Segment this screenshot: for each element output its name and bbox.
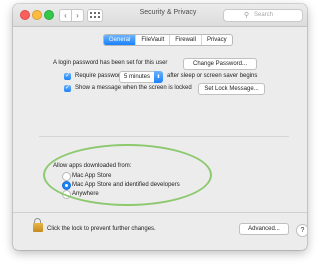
section-divider bbox=[39, 136, 289, 137]
select-arrows-icon: ⬍ bbox=[154, 71, 163, 83]
show-message-checkbox[interactable]: ✓ bbox=[64, 85, 71, 92]
tab-firewall[interactable]: Firewall bbox=[169, 35, 201, 45]
forward-button[interactable]: › bbox=[71, 9, 84, 22]
advanced-button[interactable]: Advanced... bbox=[239, 223, 289, 235]
show-message-label: Show a message when the screen is locked bbox=[75, 85, 192, 91]
require-password-interval-select[interactable]: 5 minutes ⬍ bbox=[119, 71, 163, 83]
set-lock-message-button[interactable]: Set Lock Message... bbox=[198, 83, 265, 95]
highlight-annotation-ellipse bbox=[43, 144, 212, 206]
help-button[interactable]: ? bbox=[296, 224, 307, 237]
require-password-suffix: after sleep or screen saver begins bbox=[167, 73, 258, 79]
tab-filevault[interactable]: FileVault bbox=[135, 35, 169, 45]
tab-general[interactable]: General bbox=[104, 35, 136, 45]
require-password-interval-value: 5 minutes bbox=[124, 74, 151, 80]
security-privacy-window: ‹ › Security & Privacy ⚲ Search General … bbox=[13, 4, 307, 250]
show-all-grid-button[interactable] bbox=[87, 9, 103, 22]
zoom-window-button[interactable] bbox=[44, 10, 54, 20]
require-password-label: Require password bbox=[75, 73, 124, 79]
tab-bar: General FileVault Firewall Privacy bbox=[103, 34, 233, 46]
login-password-text: A login password has been set for this u… bbox=[53, 60, 168, 66]
search-field[interactable]: ⚲ Search bbox=[223, 9, 303, 22]
titlebar: ‹ › Security & Privacy ⚲ Search bbox=[13, 4, 307, 27]
close-window-button[interactable] bbox=[20, 10, 30, 20]
minimize-window-button[interactable] bbox=[32, 10, 42, 20]
require-password-checkbox[interactable]: ✓ bbox=[64, 73, 71, 80]
footer-divider bbox=[13, 212, 307, 213]
change-password-button[interactable]: Change Password... bbox=[183, 58, 257, 70]
search-placeholder: Search bbox=[254, 12, 274, 18]
search-icon: ⚲ bbox=[244, 12, 250, 19]
window-title: Security & Privacy bbox=[139, 9, 197, 16]
lock-icon[interactable] bbox=[33, 218, 43, 233]
lock-instruction-text: Click the lock to prevent further change… bbox=[47, 226, 156, 232]
tab-privacy[interactable]: Privacy bbox=[200, 35, 232, 45]
